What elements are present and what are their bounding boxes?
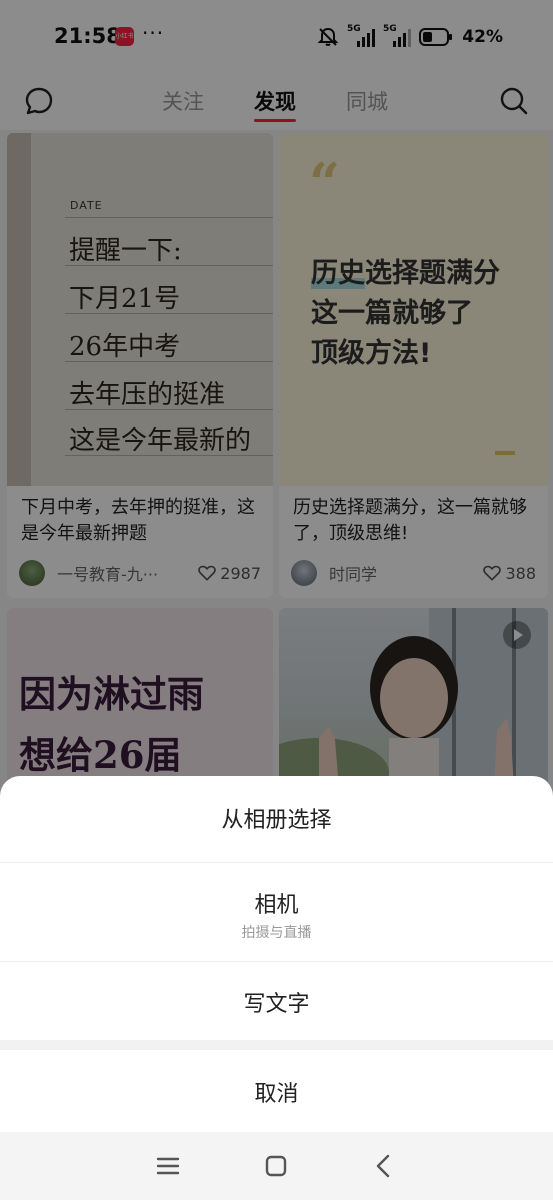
back-icon[interactable]: [368, 1150, 400, 1182]
sheet-item-label: 相机: [254, 893, 299, 918]
divider: [0, 961, 553, 962]
cancel-label: 取消: [254, 1082, 299, 1107]
create-post-sheet: 从相册选择 相机 拍摄与直播 写文字 取消: [0, 776, 553, 1132]
menu-icon[interactable]: [152, 1150, 184, 1182]
choose-from-album-button[interactable]: 从相册选择: [0, 802, 553, 834]
divider: [0, 862, 553, 863]
camera-button[interactable]: 相机 拍摄与直播: [0, 887, 553, 942]
home-icon[interactable]: [260, 1150, 292, 1182]
sheet-item-label: 从相册选择: [221, 808, 332, 833]
sheet-gap: [0, 1040, 553, 1050]
cancel-button[interactable]: 取消: [0, 1076, 553, 1108]
system-nav-bar: [0, 1132, 553, 1200]
sheet-item-sublabel: 拍摄与直播: [241, 925, 312, 941]
sheet-item-label: 写文字: [243, 992, 310, 1017]
write-text-button[interactable]: 写文字: [0, 986, 553, 1018]
